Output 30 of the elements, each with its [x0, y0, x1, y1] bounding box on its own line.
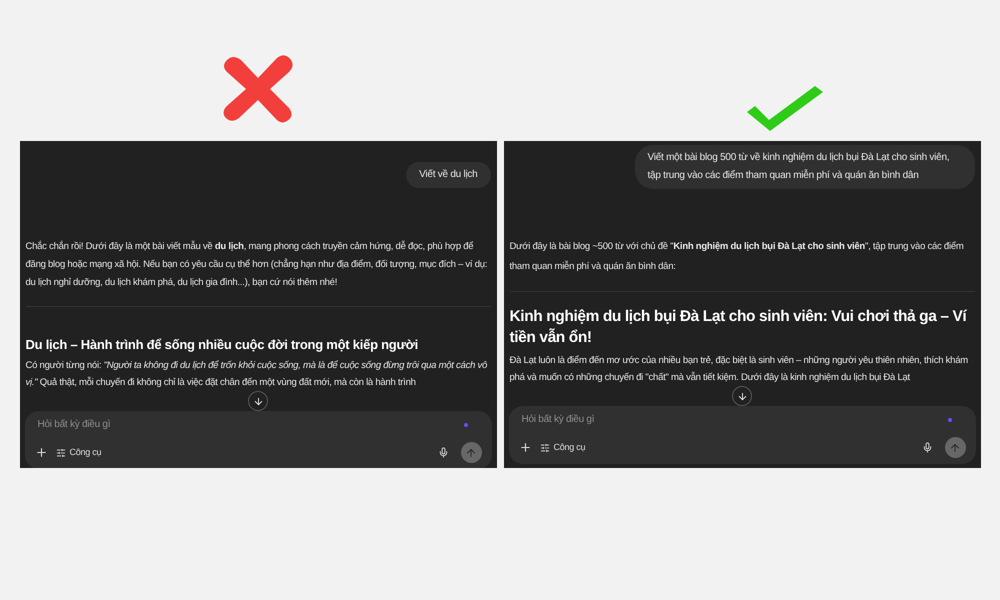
sliders-icon	[540, 442, 550, 452]
article-paragraph: Đà Lạt luôn là điểm đến mơ ước của nhiều bạn trẻ, đặc biệt là sinh viên – những người yêu thiên nhiên, thích khám phá và muốn có những chuyến đi "chất" mà vẫn tiết kiệm. Dưới đây là kinh nghiệm du lịch bụi Đà Lạt	[508, 354, 969, 385]
response-intro: Chắc chắn rồi! Dưới đây là một bài viết mẫu về du lịch, mang phong cách truyền cảm hứng, dễ đọc, phù hợp để đăng blog hoặc mạng xã hội. Nếu bạn có yêu cầu cụ thể hơn (chẳng hạn như địa điểm, đối tượng, mục đích – ví dụ: du lịch nghỉ dưỡng, du lịch khám phá, du lịch gia đình...), bạn cứ nói thêm nhé!	[24, 240, 488, 290]
scroll-down-button[interactable]	[732, 386, 752, 406]
sliders-icon	[56, 448, 66, 458]
article-heading: Du lịch – Hành trình để sống nhiều cuộc đời trong một kiếp người	[24, 337, 420, 353]
article-heading: Kinh nghiệm du lịch bụi Đà Lạt cho sinh viên: Vui chơi thả ga – Ví tiền vẫn ổn!	[508, 307, 968, 348]
tools-button[interactable]: Công cụ	[56, 446, 102, 460]
add-button[interactable]	[34, 446, 48, 459]
arrow-up-icon	[949, 442, 961, 454]
microphone-button[interactable]	[438, 447, 448, 458]
arrow-up-icon	[465, 446, 477, 458]
message-input[interactable]: Hỏi bất kỳ điều gì	[34, 417, 334, 432]
microphone-icon	[438, 447, 448, 458]
message-input[interactable]: Hỏi bất kỳ điều gì	[518, 412, 818, 427]
plus-icon	[34, 446, 48, 459]
tools-button[interactable]: Công cụ	[540, 440, 586, 454]
plus-icon	[518, 441, 532, 454]
response-intro: Dưới đây là bài blog ~500 từ với chủ đề "Kinh nghiệm du lịch bụi Đà Lạt cho sinh viên", tập trung vào các điểm tham quan miễn phí và quán ăn bình dân:	[508, 240, 965, 274]
add-button[interactable]	[518, 441, 532, 454]
send-button[interactable]	[460, 442, 482, 463]
user-message: Viết một bài blog 500 từ về kinh nghiệm du lịch bụi Đà Lạt cho sinh viên, tập trung vào các điểm tham quan miễn phí và quán ăn bình dân	[634, 145, 974, 189]
send-button[interactable]	[944, 437, 966, 458]
article-paragraph: Có người từng nói: "Người ta không đi du lịch để trốn khỏi cuộc sống, mà là để cuộc sống đừng trôi qua một cách vô vị." Quả thật, mỗi chuyến đi không chỉ là việc đặt chân đến một vùng đất mới, mà còn là hành trình	[24, 359, 488, 390]
arrow-down-icon	[252, 396, 264, 406]
microphone-button[interactable]	[922, 442, 932, 453]
microphone-icon	[922, 442, 932, 453]
arrow-down-icon	[736, 390, 748, 402]
user-message: Viết về du lịch	[406, 162, 490, 188]
scroll-down-button[interactable]	[248, 391, 268, 411]
